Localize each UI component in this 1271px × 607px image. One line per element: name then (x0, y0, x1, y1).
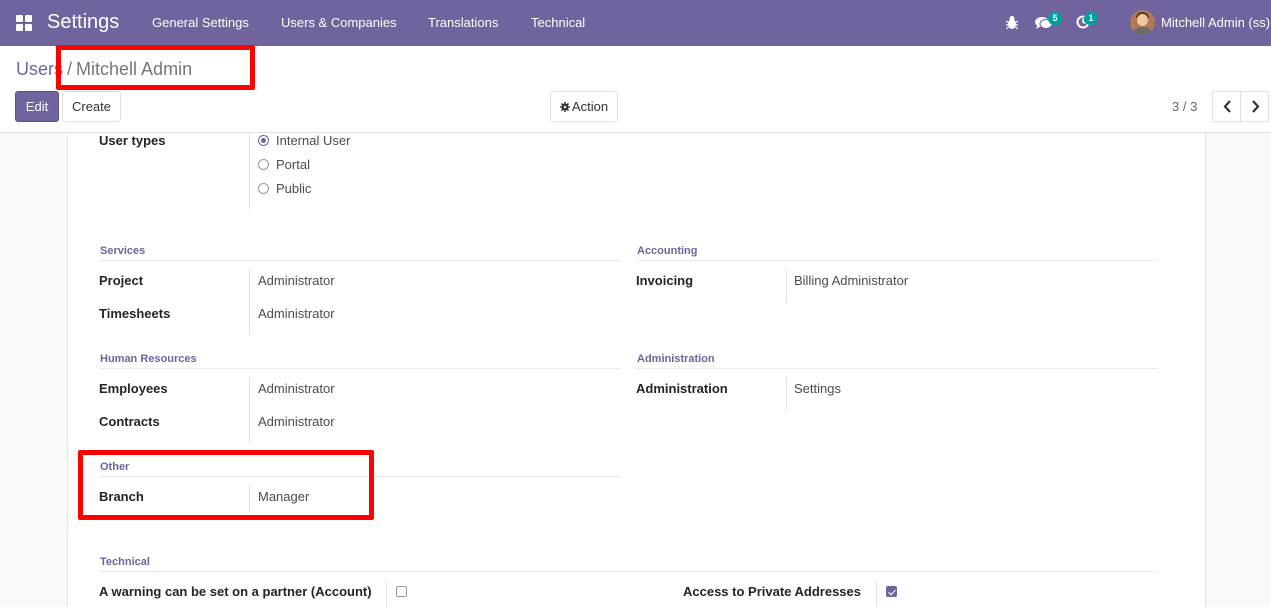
field-value-timesheets: Administrator (258, 306, 335, 321)
field-value-invoicing: Billing Administrator (794, 273, 909, 288)
create-button[interactable]: Create (62, 91, 121, 122)
bug-icon[interactable] (1005, 15, 1019, 33)
group-separator (99, 368, 621, 369)
field-value-employees: Administrator (258, 381, 335, 396)
radio-public-label[interactable]: Public (276, 181, 311, 196)
field-value-branch: Manager (258, 489, 310, 504)
group-title-administration: Administration (637, 353, 715, 365)
top-navbar: Settings General Settings Users & Compan… (0, 0, 1271, 46)
group-title-accounting: Accounting (637, 245, 698, 257)
field-divider (249, 377, 250, 443)
menu-technical[interactable]: Technical (531, 15, 585, 30)
field-label-invoicing: Invoicing (636, 273, 694, 288)
field-label-contracts: Contracts (99, 414, 160, 429)
field-label-private-addresses: Access to Private Addresses (683, 584, 862, 599)
radio-internal-user[interactable] (258, 135, 269, 146)
checkbox-partner-warning[interactable] (396, 586, 407, 597)
pager-previous-button[interactable] (1212, 91, 1241, 122)
radio-portal[interactable] (258, 159, 269, 170)
edit-button[interactable]: Edit (15, 91, 59, 122)
field-divider (786, 377, 787, 411)
field-divider (386, 581, 387, 607)
field-divider (249, 485, 250, 512)
field-divider (249, 133, 250, 209)
messages-badge: 5 (1048, 12, 1062, 25)
radio-public[interactable] (258, 183, 269, 194)
menu-users-companies[interactable]: Users & Companies (281, 15, 397, 30)
checkbox-private-addresses[interactable] (886, 586, 897, 597)
chevron-left-icon (1223, 100, 1231, 113)
field-label-administration: Administration (636, 381, 728, 396)
gear-icon (559, 93, 570, 122)
radio-portal-label[interactable]: Portal (276, 157, 310, 172)
group-title-technical: Technical (100, 556, 150, 568)
control-panel: Users / Mitchell Admin Edit Create Action … (0, 46, 1271, 133)
menu-general-settings[interactable]: General Settings (152, 15, 249, 30)
breadcrumb-users-link[interactable]: Users (16, 59, 63, 79)
group-title-human-resources: Human Resources (100, 353, 197, 365)
group-title-other: Other (100, 461, 130, 473)
menu-translations[interactable]: Translations (428, 15, 498, 30)
user-menu-name[interactable]: Mitchell Admin (ss) (1161, 15, 1270, 30)
field-value-project: Administrator (258, 273, 335, 288)
field-label-branch: Branch (99, 489, 144, 504)
group-separator (99, 260, 621, 261)
apps-menu-icon[interactable] (16, 15, 32, 31)
pager-value[interactable]: 3 / 3 (1172, 99, 1197, 114)
group-separator (99, 476, 621, 477)
form-sheet: User types Internal User Portal Public S… (67, 133, 1206, 607)
field-divider (786, 269, 787, 303)
field-label-partner-warning: A warning can be set on a partner (Accou… (99, 584, 372, 599)
field-label-project: Project (99, 273, 144, 288)
activities-badge: 1 (1084, 12, 1098, 25)
field-label-timesheets: Timesheets (99, 306, 171, 321)
field-divider (876, 581, 877, 607)
field-divider (249, 269, 250, 335)
breadcrumb: Users / Mitchell Admin (16, 59, 192, 80)
breadcrumb-separator: / (67, 59, 73, 79)
radio-internal-user-label[interactable]: Internal User (276, 133, 350, 148)
field-value-administration: Settings (794, 381, 841, 396)
field-label-employees: Employees (99, 381, 168, 396)
app-title[interactable]: Settings (47, 11, 119, 34)
pager-next-button[interactable] (1240, 91, 1269, 122)
group-separator (636, 260, 1158, 261)
group-title-services: Services (100, 245, 146, 257)
user-avatar[interactable] (1130, 10, 1155, 35)
group-separator (99, 571, 1158, 572)
action-button[interactable]: Action (550, 91, 618, 122)
group-separator (636, 368, 1158, 369)
breadcrumb-current: Mitchell Admin (76, 59, 193, 79)
chevron-right-icon (1252, 100, 1260, 113)
field-value-contracts: Administrator (258, 414, 335, 429)
action-label: Action (571, 99, 609, 114)
user-types-label: User types (99, 133, 166, 148)
